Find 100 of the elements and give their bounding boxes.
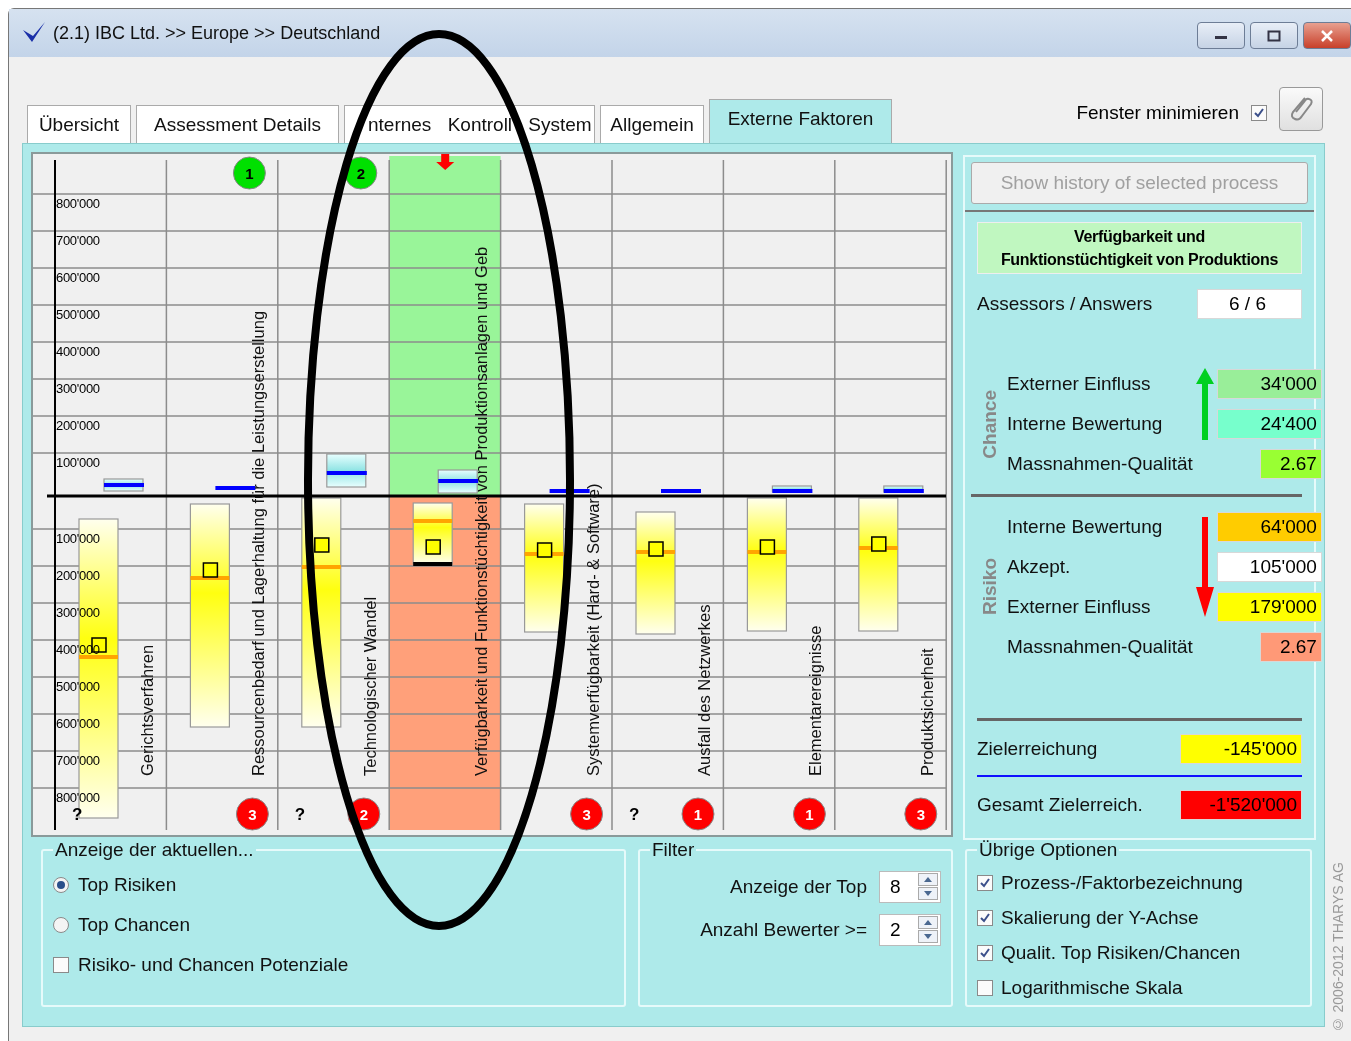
axis-tick-label: 200'000 — [56, 568, 100, 583]
option-label: Skalierung der Y-Achse — [1001, 906, 1199, 929]
process-title-text: Funktionstüchtigkeit von Produktions — [1000, 250, 1279, 270]
checkbox[interactable] — [977, 979, 993, 996]
value-field: 6 / 6 — [1197, 289, 1302, 319]
field-label: Gesamt Zielerreich. — [977, 794, 1143, 816]
value-field: 2.67 — [1259, 449, 1322, 479]
column-label: Produktsicherheit — [917, 648, 936, 776]
unknown-mark: ? — [72, 805, 83, 824]
copyright-text: © 2006-2012 THARYS AG — [1330, 861, 1346, 1032]
option-label: Top Chancen — [78, 914, 190, 936]
group-heading: Risiko — [979, 558, 1001, 616]
maximize-icon — [1267, 29, 1281, 42]
axis-tick-label: 400'000 — [56, 344, 100, 359]
field-label: Akzept. — [1007, 556, 1072, 578]
option-label: Qualit. Top Risiken/Chancen — [1001, 941, 1241, 964]
field-label: Massnahmen-Qualität — [1007, 636, 1193, 658]
column-label: Elementarereignisse — [806, 625, 825, 776]
checkbox[interactable] — [1251, 105, 1267, 121]
close-icon — [1320, 29, 1334, 42]
tab[interactable]: Externe Faktoren — [709, 99, 892, 143]
rank-badge: 2 — [344, 156, 378, 190]
up-arrow-icon — [1195, 368, 1214, 440]
up-caret-icon — [924, 920, 932, 925]
axis-tick-label: 300'000 — [56, 381, 100, 396]
number-spinner[interactable]: 8 — [879, 870, 941, 903]
selection-arrow-icon — [436, 154, 455, 170]
value-field: 64'000 — [1216, 512, 1322, 542]
value-field: 24'400 — [1216, 409, 1322, 439]
value-field: 179'000 — [1216, 592, 1322, 622]
axis-tick-label: 100'000 — [56, 455, 100, 470]
rank-badge: 2 — [347, 797, 381, 831]
rank-badge: 1 — [681, 797, 715, 831]
checkbox[interactable] — [53, 957, 69, 973]
up-caret-icon — [924, 877, 932, 882]
value-field: 34'000 — [1216, 369, 1322, 399]
rank-badge: 1 — [792, 797, 826, 831]
down-caret-icon — [924, 891, 932, 896]
attach-button[interactable] — [1279, 87, 1323, 131]
tab[interactable]: Übersicht — [27, 105, 131, 143]
field-label: Anzahl Bewerter >= — [700, 918, 867, 941]
option-label: Risiko- und Chancen Potenziale — [78, 954, 349, 976]
axis-tick-label: 600'000 — [56, 716, 100, 731]
group-title: Anzeige der aktuellen... — [54, 839, 255, 861]
spin-up-button[interactable] — [918, 916, 938, 929]
rank-badge: 3 — [235, 797, 269, 831]
field-label: Massnahmen-Qualität — [1007, 453, 1193, 475]
rank-badge: 1 — [232, 156, 266, 190]
axis-tick-label: 200'000 — [56, 418, 100, 433]
close-button[interactable] — [1303, 22, 1351, 49]
field-label: Interne Bewertung — [1007, 413, 1164, 435]
field-label: Externer Einfluss — [1007, 596, 1152, 618]
maximize-button[interactable] — [1250, 22, 1298, 49]
axis-tick-label: 100'000 — [56, 531, 100, 546]
option-label: Logarithmische Skala — [1001, 976, 1183, 999]
spin-up-button[interactable] — [918, 873, 938, 886]
column-label: Verfügbarkeit und Funktionstüchtigkeit von Produktionsanlagen und Geb — [472, 246, 491, 776]
checkbox[interactable] — [977, 909, 993, 926]
field-label: Zielerreichung — [977, 738, 1098, 760]
spin-down-button[interactable] — [918, 887, 938, 900]
value-field: -1'520'000 — [1180, 790, 1302, 820]
column-label: Systemverfügbarkeit (Hard- & Software) — [583, 483, 602, 776]
unknown-mark: ? — [629, 805, 640, 824]
field-label: Assessors / Answers — [977, 293, 1153, 315]
tab[interactable]: Assessment Details — [136, 105, 339, 143]
column-label: Gerichtsverfahren — [138, 644, 156, 776]
radio-button[interactable] — [53, 877, 69, 893]
axis-tick-label: 700'000 — [56, 753, 100, 768]
axis-tick-label: 700'000 — [56, 233, 100, 248]
axis-tick-label: 600'000 — [56, 270, 100, 285]
column-label: Technologischer Wandel — [360, 596, 379, 776]
value-field: 2.67 — [1259, 632, 1322, 662]
field-label: Interne Bewertung — [1007, 516, 1164, 538]
process-title-text: Verfügbarkeit und — [1074, 227, 1205, 247]
down-caret-icon — [924, 934, 932, 939]
checkbox[interactable] — [977, 944, 993, 961]
rank-badge: 3 — [904, 797, 938, 831]
tab[interactable]: nternes Kontroll System — [344, 105, 595, 143]
group-title: Übrige Optionen — [978, 839, 1119, 861]
axis-tick-label: 800'000 — [56, 196, 100, 211]
value-field: -145'000 — [1180, 734, 1302, 764]
minimize-button[interactable] — [1197, 22, 1245, 49]
checkbox[interactable] — [977, 874, 993, 891]
rank-badge: 3 — [570, 797, 604, 831]
number-spinner[interactable]: 2 — [879, 913, 941, 946]
column-label: Ressourcenbedarf und Lagerhaltung für die Leistungserstellung — [249, 310, 268, 776]
field-label: Anzeige der Top — [730, 875, 867, 898]
window-title: (2.1) IBC Ltd. >> Europe >> Deutschland — [53, 22, 381, 44]
unknown-mark: ? — [294, 805, 306, 824]
checkbox-label: Fenster minimieren — [1076, 102, 1239, 124]
group-heading: Chance — [979, 389, 1001, 459]
option-label: Prozess-/Faktorbezeichnung — [1001, 871, 1243, 894]
radio-button[interactable] — [53, 917, 69, 933]
group-title: Filter — [651, 839, 696, 861]
column-label: Ausfall des Netzwerkes — [695, 604, 713, 776]
axis-tick-label: 800'000 — [56, 790, 100, 805]
tab[interactable]: Allgemein — [600, 105, 704, 143]
spin-down-button[interactable] — [918, 930, 938, 943]
option-label: Top Risiken — [78, 874, 177, 896]
field-label: Externer Einfluss — [1007, 373, 1152, 395]
